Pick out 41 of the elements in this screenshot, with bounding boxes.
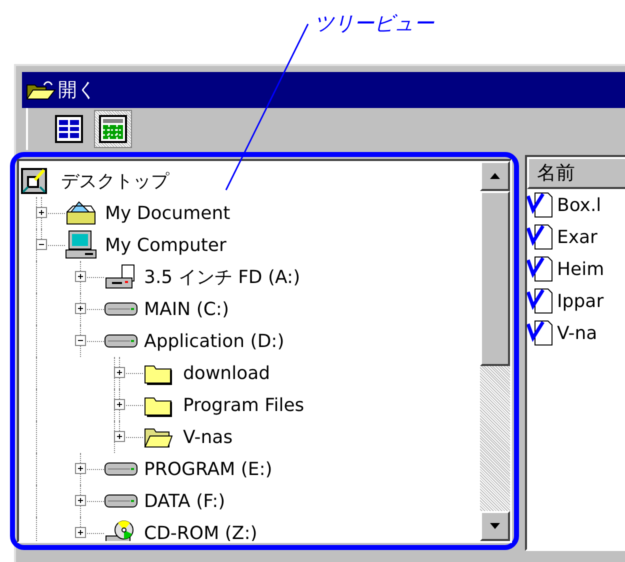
folder-icon <box>26 79 56 101</box>
computer-icon <box>65 230 97 260</box>
floppy-drive-icon <box>104 264 136 290</box>
tree-item[interactable]: Program Files <box>179 394 304 416</box>
tree-item[interactable]: MAIN (C:) <box>140 298 230 320</box>
collapse-icon[interactable] <box>36 239 47 250</box>
expand-icon[interactable] <box>75 271 86 282</box>
collapse-icon[interactable] <box>75 335 86 346</box>
tree-item[interactable]: 3.5 インチ FD (A:) <box>140 265 300 289</box>
file-name[interactable]: Box.l <box>557 194 602 216</box>
tree-item[interactable]: My Computer <box>101 234 226 256</box>
tree-item[interactable]: PROGRAM (E:) <box>140 458 272 480</box>
file-name[interactable]: Ippar <box>557 290 604 312</box>
vertical-scrollbar[interactable] <box>480 161 510 541</box>
folder-icon <box>65 200 97 226</box>
tree-item[interactable]: download <box>179 362 270 384</box>
scroll-down-icon[interactable] <box>480 511 510 541</box>
file-name[interactable]: V-na <box>557 322 598 344</box>
tree-item[interactable]: DATA (F:) <box>140 490 226 512</box>
tree-item[interactable]: V-nas <box>179 426 233 448</box>
expand-icon[interactable] <box>114 367 125 378</box>
expand-icon[interactable] <box>75 527 86 538</box>
tree-item[interactable]: Application (D:) <box>140 330 284 352</box>
file-name[interactable]: Heim <box>557 258 604 280</box>
tree-item[interactable]: CD-ROM (Z:) <box>140 522 258 541</box>
file-name[interactable]: Exar <box>557 226 598 248</box>
column-header[interactable]: 名前 <box>527 157 625 189</box>
window-title: 開く <box>58 78 96 103</box>
annotation-label: ツリービュー <box>314 10 434 37</box>
scroll-up-icon[interactable] <box>480 161 510 191</box>
tree-item[interactable]: My Document <box>101 202 230 224</box>
expand-icon[interactable] <box>36 207 47 218</box>
expand-icon[interactable] <box>114 431 125 442</box>
expand-icon[interactable] <box>75 463 86 474</box>
tree-item[interactable]: デスクトップ <box>57 169 169 193</box>
expand-icon[interactable] <box>75 303 86 314</box>
scroll-thumb[interactable] <box>480 191 510 366</box>
desktop-icon <box>21 168 47 194</box>
details-view-button[interactable] <box>94 110 132 148</box>
expand-icon[interactable] <box>75 495 86 506</box>
expand-icon[interactable] <box>114 399 125 410</box>
